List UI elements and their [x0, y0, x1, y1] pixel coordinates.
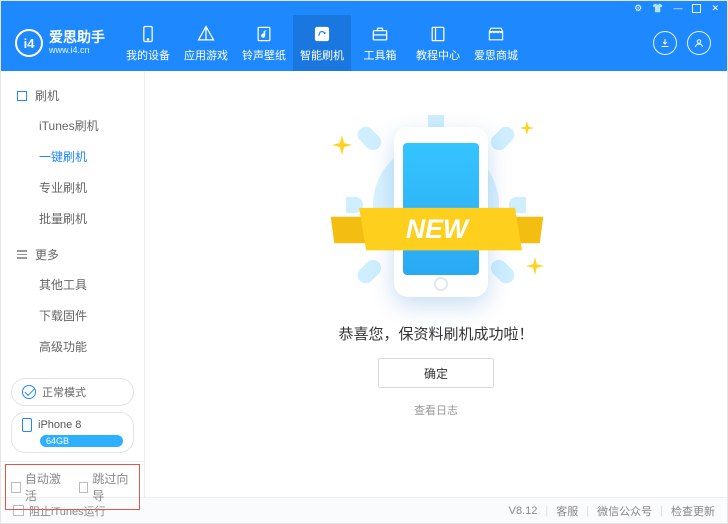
sparkle-icon [332, 135, 352, 155]
confirm-button[interactable]: 确定 [378, 358, 494, 388]
user-button[interactable] [687, 31, 711, 55]
sidebar-item-oneclick[interactable]: 一键刷机 [1, 141, 144, 172]
download-button[interactable] [653, 31, 677, 55]
support-link[interactable]: 客服 [556, 503, 578, 519]
auto-activate-option[interactable]: 自动激活 [11, 470, 67, 504]
maximize-icon[interactable] [692, 4, 701, 13]
nav-my-device[interactable]: 我的设备 [119, 15, 177, 71]
device-name: iPhone 8 [38, 419, 81, 431]
download-icon [659, 37, 671, 49]
nav-flash[interactable]: 智能刷机 [293, 15, 351, 71]
success-message: 恭喜您，保资料刷机成功啦！ [338, 323, 533, 344]
brand-name: 爱思助手 [49, 30, 105, 45]
top-nav: 我的设备 应用游戏 铃声壁纸 智能刷机 工具箱 教程中心 [119, 15, 525, 71]
sparkle-icon [520, 121, 534, 135]
nav-label: 铃声壁纸 [242, 47, 286, 63]
skin-icon[interactable]: 👕 [652, 3, 663, 14]
checkbox-icon [79, 482, 89, 493]
view-log-link[interactable]: 查看日志 [414, 402, 458, 418]
sidebar-item-firmware[interactable]: 下载固件 [1, 300, 144, 331]
nav-label: 应用游戏 [184, 47, 228, 63]
nav-tutorials[interactable]: 教程中心 [409, 15, 467, 71]
phone-icon [138, 24, 158, 44]
briefcase-icon [370, 24, 390, 44]
success-illustration: NEW [326, 105, 546, 305]
mode-switch[interactable]: 正常模式 [11, 378, 134, 406]
nav-apps[interactable]: 应用游戏 [177, 15, 235, 71]
main-content: NEW 恭喜您，保资料刷机成功啦！ 确定 查看日志 [145, 71, 727, 497]
sidebar-item-itunes[interactable]: iTunes刷机 [1, 110, 144, 141]
title-bar: ⚙ 👕 — ✕ [1, 1, 727, 15]
option-label: 跳过向导 [92, 470, 134, 504]
music-icon [254, 24, 274, 44]
nav-ringtones[interactable]: 铃声壁纸 [235, 15, 293, 71]
minimize-icon[interactable]: — [673, 3, 682, 13]
group-title: 更多 [35, 246, 59, 263]
nav-label: 智能刷机 [300, 47, 344, 63]
group-title: 刷机 [35, 87, 59, 104]
brand-url: www.i4.cn [49, 46, 105, 56]
nav-toolbox[interactable]: 工具箱 [351, 15, 409, 71]
user-icon [693, 37, 705, 49]
bottom-options: 自动激活 跳过向导 [1, 461, 144, 512]
sidebar-item-batch[interactable]: 批量刷机 [1, 203, 144, 234]
logo: i4 爱思助手 www.i4.cn [1, 29, 119, 57]
capacity-badge: 64GB [40, 435, 123, 447]
sparkle-icon [526, 257, 544, 275]
nav-label: 我的设备 [126, 47, 170, 63]
wechat-link[interactable]: 微信公众号 [597, 503, 652, 519]
nav-store[interactable]: 爱思商城 [467, 15, 525, 71]
logo-badge: i4 [15, 29, 43, 57]
phone-icon [22, 418, 32, 432]
sidebar-item-pro[interactable]: 专业刷机 [1, 172, 144, 203]
sidebar-group-flash[interactable]: 刷机 [1, 81, 144, 110]
option-label: 自动激活 [25, 470, 67, 504]
book-icon [428, 24, 448, 44]
device-box[interactable]: iPhone 8 64GB [11, 412, 134, 453]
ribbon-text: NEW [406, 214, 470, 244]
nav-label: 工具箱 [364, 47, 397, 63]
sidebar: 刷机 iTunes刷机 一键刷机 专业刷机 批量刷机 更多 其他工具 下载固件 … [1, 71, 145, 497]
ribbon-icon: NEW [312, 199, 562, 261]
settings-icon[interactable]: ⚙ [634, 3, 642, 14]
flash-icon [312, 24, 332, 44]
version-label: V8.12 [509, 505, 538, 517]
check-circle-icon [22, 385, 36, 399]
skip-guide-option[interactable]: 跳过向导 [79, 470, 135, 504]
sidebar-item-advanced[interactable]: 高级功能 [1, 331, 144, 362]
store-icon [486, 24, 506, 44]
menu-icon [17, 250, 27, 259]
mode-label: 正常模式 [42, 384, 86, 400]
nav-label: 爱思商城 [474, 47, 518, 63]
close-icon[interactable]: ✕ [711, 3, 719, 14]
sidebar-group-more[interactable]: 更多 [1, 240, 144, 269]
square-icon [17, 91, 27, 101]
nav-label: 教程中心 [416, 47, 460, 63]
apps-icon [196, 24, 216, 44]
sidebar-item-other[interactable]: 其他工具 [1, 269, 144, 300]
checkbox-icon [11, 482, 21, 493]
header: i4 爱思助手 www.i4.cn 我的设备 应用游戏 铃声壁纸 智能刷机 [1, 15, 727, 71]
check-update-link[interactable]: 检查更新 [671, 503, 715, 519]
